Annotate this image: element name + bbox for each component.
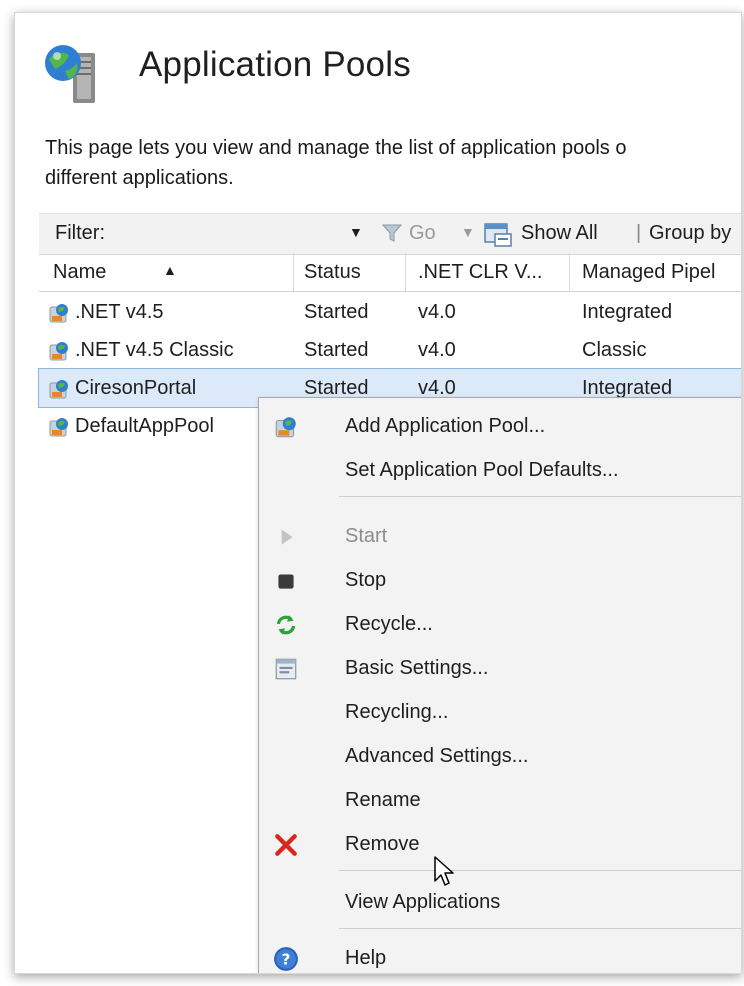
play-icon — [281, 529, 293, 545]
svg-text:?: ? — [282, 950, 291, 968]
app-pool-icon — [49, 418, 68, 437]
menu-item-start[interactable]: Start — [259, 516, 741, 556]
remove-x-icon — [275, 834, 297, 856]
show-all-button[interactable]: Show All — [521, 222, 598, 245]
row-name: CiresonPortal — [75, 377, 197, 399]
show-all-icon — [484, 223, 512, 247]
recycle-icon — [276, 615, 296, 635]
column-header-managed-pipeline[interactable]: Managed Pipel — [569, 253, 741, 291]
menu-item-help[interactable]: ? Help — [259, 938, 741, 973]
column-header-name[interactable]: Name ▲ — [53, 253, 283, 291]
column-header-clr-version[interactable]: .NET CLR V... — [405, 253, 572, 291]
menu-item-view-applications[interactable]: View Applications — [259, 882, 741, 922]
app-pool-icon — [49, 342, 68, 361]
filter-input[interactable] — [139, 218, 365, 250]
row-status: Started — [304, 339, 369, 361]
row-pipeline: Integrated — [582, 301, 673, 323]
app-pools-icon — [45, 45, 95, 103]
table-row[interactable]: .NET v4.5 Classic Started v4.0 Classic — [39, 331, 741, 369]
go-dropdown-caret-icon[interactable]: ▼ — [461, 224, 475, 240]
menu-item-add-application-pool[interactable]: Add Application Pool... — [259, 406, 741, 446]
context-menu: Add Application Pool... Set Application … — [258, 397, 741, 973]
page-description: This page lets you view and manage the l… — [45, 137, 627, 189]
settings-icon — [275, 658, 297, 680]
menu-separator — [339, 496, 741, 497]
page-title: Application Pools — [139, 45, 411, 84]
menu-item-rename[interactable]: Rename — [259, 780, 741, 820]
menu-separator — [339, 928, 741, 929]
menu-item-remove[interactable]: Remove — [259, 824, 741, 864]
mouse-cursor-icon — [434, 856, 454, 886]
menu-item-stop[interactable]: Stop — [259, 560, 741, 600]
row-pipeline: Classic — [582, 339, 647, 361]
filter-label: Filter: — [55, 222, 105, 244]
go-button[interactable]: Go — [409, 222, 436, 245]
help-icon: ? — [274, 947, 298, 971]
menu-item-recycling[interactable]: Recycling... — [259, 692, 741, 732]
row-name: DefaultAppPool — [75, 415, 214, 437]
app-pool-icon — [275, 417, 296, 438]
sort-ascending-icon: ▲ — [163, 262, 177, 278]
menu-item-advanced-settings[interactable]: Advanced Settings... — [259, 736, 741, 776]
list-header: Name ▲ Status .NET CLR V... Managed Pipe… — [39, 253, 741, 292]
row-name: .NET v4.5 Classic — [75, 339, 234, 361]
toolbar-separator: | — [636, 222, 642, 244]
row-status: Started — [304, 301, 369, 323]
menu-item-set-pool-defaults[interactable]: Set Application Pool Defaults... — [259, 450, 741, 490]
menu-item-basic-settings[interactable]: Basic Settings... — [259, 648, 741, 688]
table-row[interactable]: .NET v4.5 Started v4.0 Integrated — [39, 293, 741, 331]
app-pool-icon — [49, 380, 68, 399]
row-clr-version: v4.0 — [418, 301, 456, 323]
funnel-icon — [381, 224, 403, 242]
app-pool-icon — [49, 304, 68, 323]
iis-app-pools-panel: Application Pools This page lets you vie… — [14, 12, 742, 974]
column-header-status[interactable]: Status — [293, 253, 416, 291]
menu-separator — [339, 870, 741, 871]
filter-dropdown-caret-icon[interactable]: ▼ — [349, 224, 363, 240]
group-by-button[interactable]: Group by — [649, 222, 731, 245]
row-name: .NET v4.5 — [75, 301, 164, 323]
menu-item-recycle[interactable]: Recycle... — [259, 604, 741, 644]
filter-toolbar: Filter: ▼ Go ▼ Show All | Group by — [39, 213, 741, 255]
stop-icon — [278, 574, 294, 589]
row-clr-version: v4.0 — [418, 339, 456, 361]
